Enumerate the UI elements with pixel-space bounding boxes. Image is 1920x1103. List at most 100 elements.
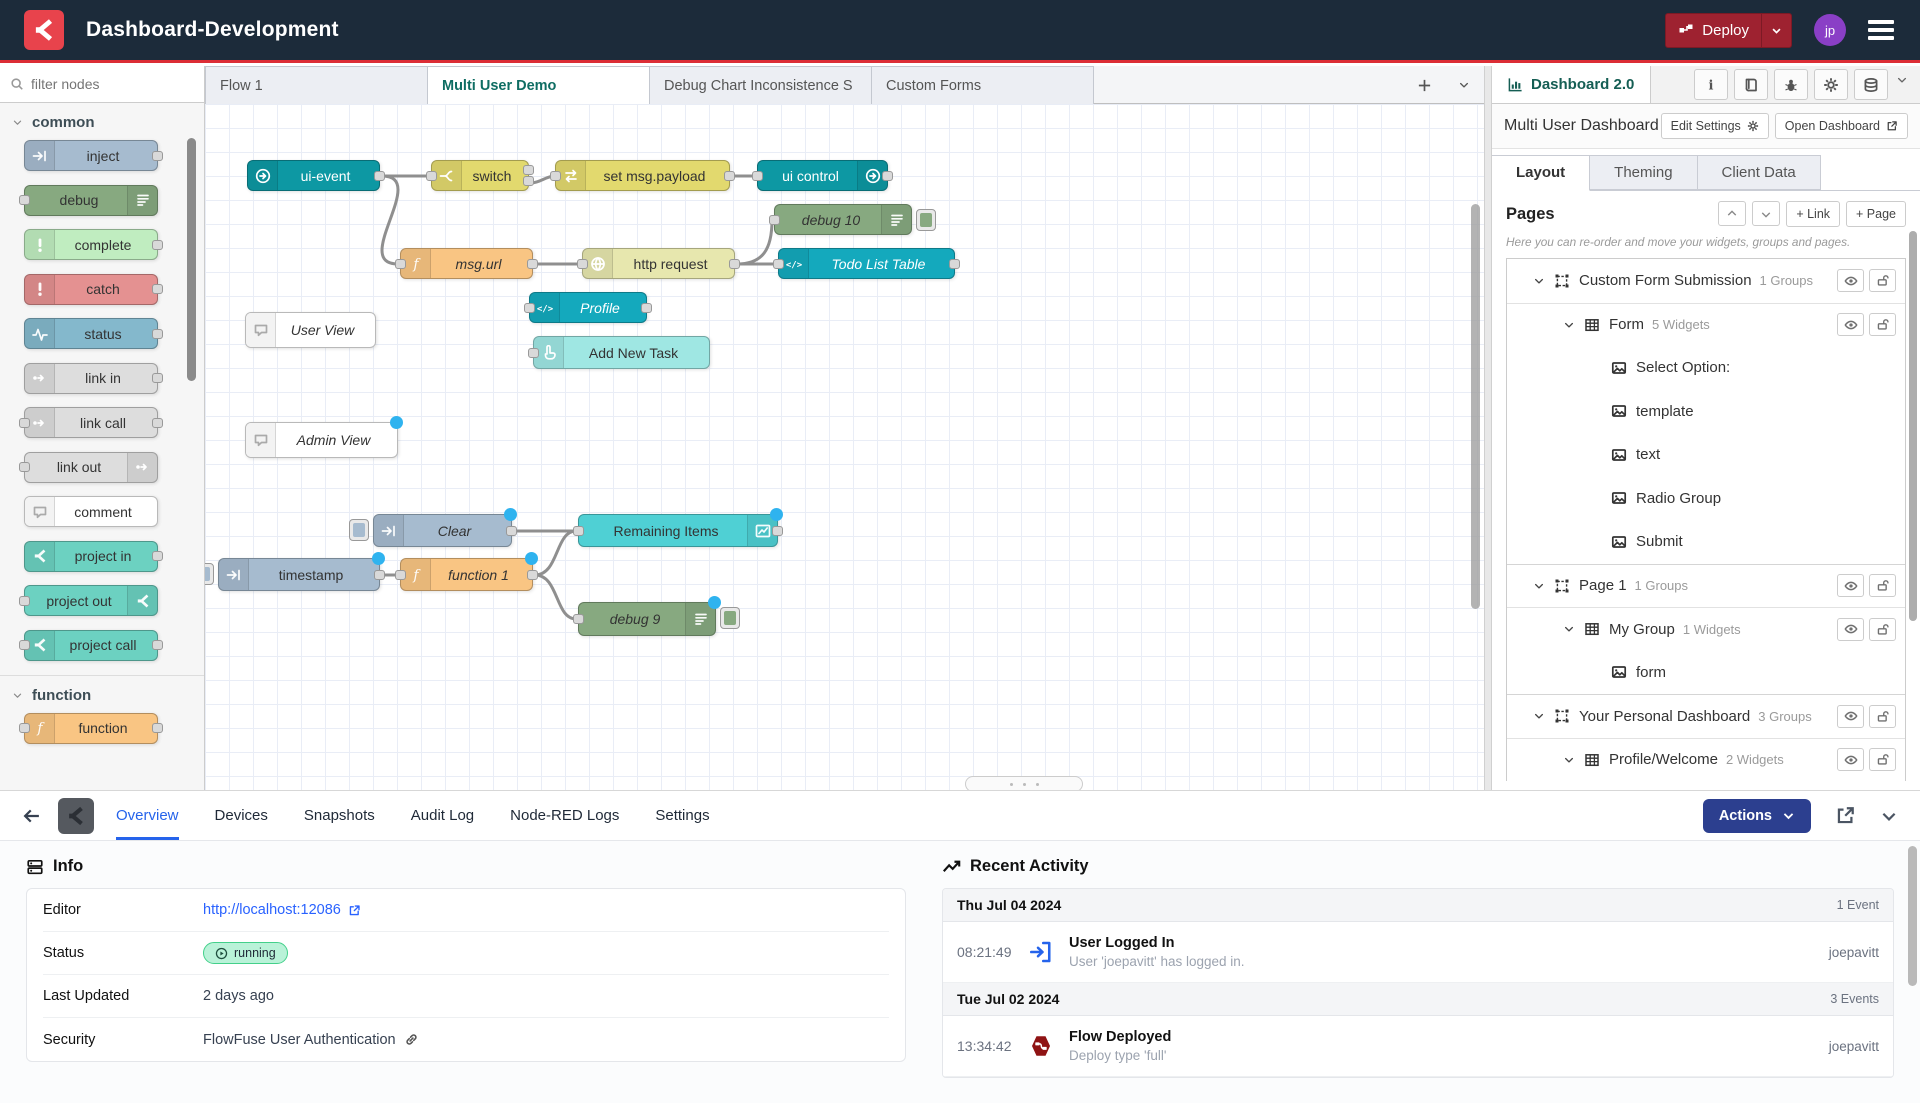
tree-widget-select-option-[interactable]: Select Option: [1507, 346, 1905, 390]
flow-tab-debug-chart-inconsistence-s[interactable]: Debug Chart Inconsistence S [649, 66, 872, 104]
input-port[interactable] [550, 171, 561, 181]
flow-tab-custom-forms[interactable]: Custom Forms [871, 66, 1094, 104]
node-project-out[interactable]: project out [24, 585, 158, 616]
output-port[interactable] [152, 329, 163, 339]
visibility-button[interactable] [1837, 574, 1864, 597]
output-port[interactable] [949, 259, 960, 269]
instance-tab-overview[interactable]: Overview [116, 791, 179, 840]
visibility-button[interactable] [1837, 269, 1864, 292]
open-in-new-button[interactable] [1835, 805, 1856, 826]
wire-9[interactable] [535, 531, 576, 575]
sidebar-scrollbar[interactable] [1909, 231, 1917, 621]
node-project-in[interactable]: project in [24, 541, 158, 572]
node-debug[interactable]: debug [24, 185, 158, 216]
lock-button[interactable] [1869, 748, 1896, 771]
flow-list-button[interactable] [1458, 79, 1470, 91]
back-button[interactable] [22, 806, 42, 826]
tree-widget-form[interactable]: form [1507, 651, 1905, 695]
output-port[interactable] [152, 151, 163, 161]
activity-event-row[interactable]: 08:21:49User Logged InUser 'joepavitt' h… [943, 922, 1893, 983]
book-tool-button[interactable] [1734, 69, 1768, 100]
comment-node-admin-view[interactable]: Admin View [245, 422, 398, 458]
user-avatar[interactable]: jp [1814, 14, 1846, 46]
instance-tab-snapshots[interactable]: Snapshots [304, 791, 375, 840]
tree-group-form[interactable]: Form5 Widgets [1507, 303, 1905, 347]
palette-scrollbar[interactable] [187, 138, 196, 381]
node-link-out[interactable]: link out [24, 452, 158, 483]
tab-dashboard-2-0[interactable]: Dashboard 2.0 [1492, 66, 1651, 103]
deploy-options-button[interactable] [1761, 14, 1791, 47]
expand-all-button[interactable] [1752, 201, 1780, 226]
tree-group-my-group[interactable]: My Group1 Widgets [1507, 607, 1905, 651]
output-port[interactable] [152, 284, 163, 294]
chevron-down-icon[interactable] [1533, 710, 1545, 722]
input-port[interactable] [528, 348, 539, 358]
instance-tab-devices[interactable]: Devices [215, 791, 268, 840]
node-ui-event[interactable]: ui-event [247, 160, 380, 191]
lock-button[interactable] [1869, 705, 1896, 728]
palette-section-common[interactable]: common [0, 103, 204, 140]
tree-page-custom-form-submission[interactable]: Custom Form Submission1 Groups [1507, 259, 1905, 303]
input-port[interactable] [573, 614, 584, 624]
output-port[interactable] [152, 373, 163, 383]
tab-layout[interactable]: Layout [1492, 155, 1590, 191]
node-set-msg-payload[interactable]: set msg.payload [555, 160, 730, 191]
output-port[interactable] [374, 171, 385, 181]
input-port[interactable] [395, 259, 406, 269]
input-port[interactable] [19, 462, 30, 472]
input-port[interactable] [577, 259, 588, 269]
node-function[interactable]: ffunction [24, 713, 158, 744]
instance-tab-settings[interactable]: Settings [655, 791, 709, 840]
lock-button[interactable] [1869, 618, 1896, 641]
add-flow-button[interactable] [1417, 78, 1432, 93]
comment-node-user-view[interactable]: User View [245, 312, 376, 348]
main-menu-button[interactable] [1868, 20, 1894, 40]
layers-tool-button[interactable] [1854, 69, 1888, 100]
lock-button[interactable] [1869, 269, 1896, 292]
node-debug-9[interactable]: debug 9 [578, 602, 716, 636]
output-port-1[interactable] [523, 165, 534, 175]
sidebar-tabs-caret[interactable] [1894, 73, 1912, 97]
palette-search[interactable] [0, 66, 204, 103]
input-port[interactable] [395, 570, 406, 580]
node-complete[interactable]: complete [24, 229, 158, 260]
chevron-down-icon[interactable] [1563, 754, 1575, 766]
tree-widget-submit[interactable]: Submit [1507, 520, 1905, 564]
node-switch[interactable]: switch [431, 160, 529, 191]
tree-page-your-personal-dashboard[interactable]: Your Personal Dashboard3 Groups [1507, 694, 1905, 738]
input-port[interactable] [19, 640, 30, 650]
deploy-button[interactable]: Deploy [1665, 13, 1792, 48]
tree-widget-text[interactable]: text [1507, 433, 1905, 477]
input-port[interactable] [524, 303, 535, 313]
palette-section-function[interactable]: function [0, 675, 204, 713]
tree-widget-template[interactable]: template [1507, 390, 1905, 434]
input-port[interactable] [769, 215, 780, 225]
tree-page-page-1[interactable]: Page 11 Groups [1507, 564, 1905, 608]
node-timestamp[interactable]: timestamp [218, 558, 380, 591]
output-port[interactable] [527, 570, 538, 580]
output-port-2[interactable] [523, 176, 534, 186]
node-link-call[interactable]: link call [24, 407, 158, 438]
output-port[interactable] [729, 259, 740, 269]
actions-button[interactable]: Actions [1703, 799, 1811, 833]
info-tool-button[interactable]: i [1694, 69, 1728, 100]
wire-6[interactable] [737, 220, 772, 264]
node-clear[interactable]: Clear [373, 514, 512, 547]
input-port[interactable] [19, 596, 30, 606]
output-port[interactable] [506, 526, 517, 536]
node-function-1[interactable]: ffunction 1 [400, 558, 533, 591]
add-page-button[interactable]: + Page [1846, 201, 1906, 227]
instance-tab-audit-log[interactable]: Audit Log [411, 791, 474, 840]
tab-theming[interactable]: Theming [1589, 155, 1697, 190]
activity-event-row[interactable]: 13:34:42Flow DeployedDeploy type 'full'j… [943, 1016, 1893, 1077]
chevron-down-icon[interactable] [1563, 319, 1575, 331]
input-port[interactable] [426, 171, 437, 181]
node-inject-button[interactable] [205, 563, 214, 585]
node-debug-button[interactable] [720, 607, 740, 629]
output-port[interactable] [724, 171, 735, 181]
palette-filter-input[interactable] [31, 76, 171, 92]
output-port[interactable] [641, 303, 652, 313]
chevron-down-icon[interactable] [1533, 580, 1545, 592]
tab-client-data[interactable]: Client Data [1697, 155, 1821, 190]
node-inject[interactable]: inject [24, 140, 158, 171]
